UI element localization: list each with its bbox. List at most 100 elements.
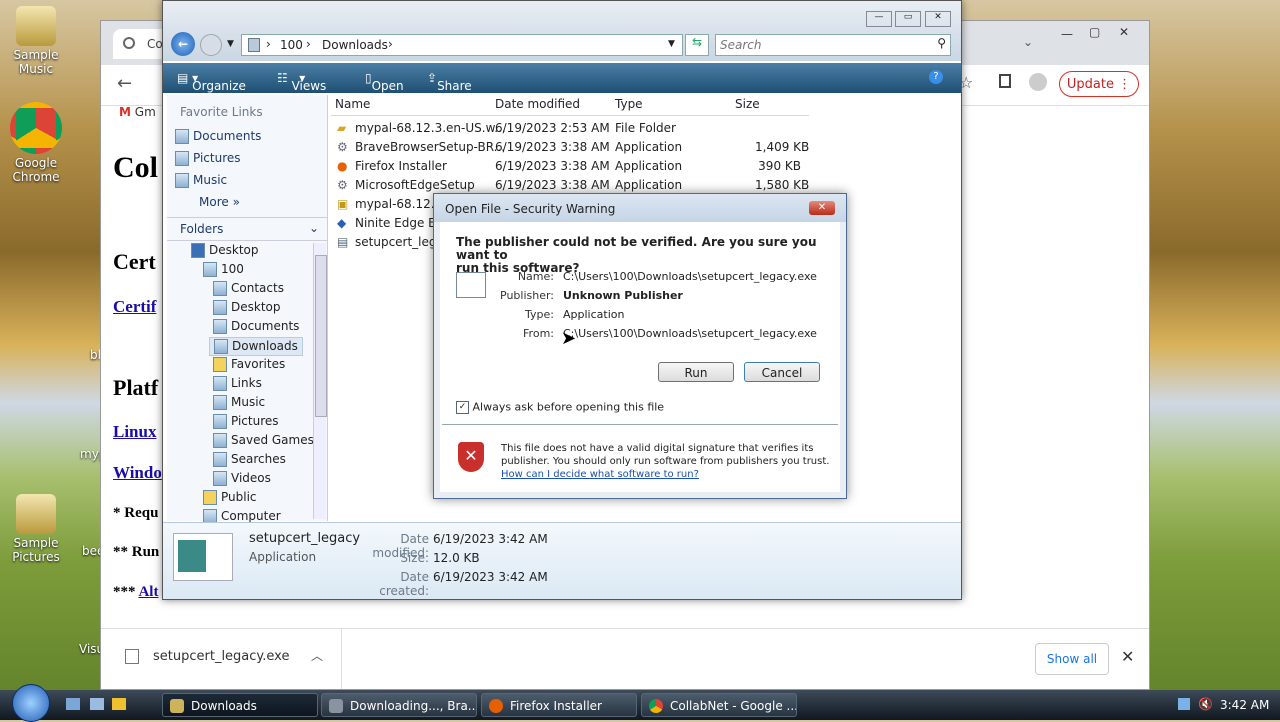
task-firefox-installer[interactable]: Firefox Installer bbox=[481, 693, 637, 717]
bookmark-gmail[interactable]: M Gm bbox=[119, 105, 156, 119]
network-icon[interactable] bbox=[1178, 698, 1190, 710]
media-player-icon[interactable] bbox=[112, 698, 126, 710]
maximize-icon[interactable]: ▢ bbox=[1089, 25, 1100, 39]
breadcrumb-100[interactable]: 100 bbox=[280, 38, 303, 52]
download-item[interactable]: setupcert_legacy.exe ︿ bbox=[101, 629, 342, 689]
maximize-icon[interactable]: ▭ bbox=[895, 11, 921, 27]
chevron-down-icon[interactable]: ⌄ bbox=[1023, 35, 1033, 49]
address-dropdown-icon[interactable]: ▼ bbox=[668, 39, 675, 49]
alt-link[interactable]: Alt bbox=[138, 584, 158, 600]
chevron-up-icon[interactable]: ︿ bbox=[311, 647, 323, 664]
details-date-created-label: Date created: bbox=[379, 570, 429, 598]
run-label: Run bbox=[684, 366, 708, 380]
help-icon[interactable]: ? bbox=[929, 70, 943, 84]
desktop-icon-google-chrome[interactable]: Google Chrome bbox=[1, 102, 71, 184]
tree-label: Desktop bbox=[209, 243, 259, 257]
close-download-bar-icon[interactable]: ✕ bbox=[1121, 647, 1134, 666]
nav-more[interactable]: More » bbox=[199, 195, 240, 209]
security-warning-dialog[interactable]: Open File - Security Warning ✕ The publi… bbox=[433, 193, 847, 499]
cancel-button[interactable]: Cancel bbox=[744, 362, 820, 382]
task-brave-download[interactable]: Downloading..., Bra... bbox=[321, 693, 477, 717]
views-menu[interactable]: ☷ Views ▾ bbox=[277, 71, 326, 93]
tree-desktop-sub[interactable]: Desktop bbox=[213, 300, 281, 315]
file-row[interactable]: ● Firefox Installer 6/19/2023 3:38 AM Ap… bbox=[333, 157, 973, 175]
note-requirements: * Requ bbox=[113, 505, 159, 521]
forward-button-icon[interactable] bbox=[200, 34, 222, 56]
ninite-icon: ◆ bbox=[337, 216, 347, 230]
column-type[interactable]: Type bbox=[615, 97, 643, 117]
tree-music[interactable]: Music bbox=[213, 395, 265, 410]
nav-music[interactable]: Music bbox=[175, 173, 227, 188]
platform-heading: Platf bbox=[113, 375, 159, 400]
tree-label: Downloads bbox=[232, 339, 298, 353]
update-button[interactable]: Update ⋮ bbox=[1059, 71, 1139, 97]
windows-link[interactable]: Windo bbox=[113, 463, 162, 483]
show-desktop-icon[interactable] bbox=[66, 698, 80, 710]
nav-dropdown-icon[interactable]: ▼ bbox=[227, 39, 234, 49]
file-row[interactable]: ⚙ BraveBrowserSetup-BR... 6/19/2023 3:38… bbox=[333, 138, 973, 156]
tree-100[interactable]: 100 bbox=[203, 262, 244, 277]
search-input[interactable]: Search ⚲ bbox=[715, 34, 951, 56]
warning-text: This file does not have a valid digital … bbox=[501, 442, 841, 481]
column-size[interactable]: Size bbox=[735, 97, 760, 117]
always-ask-checkbox[interactable]: ✓ Always ask before opening this file bbox=[456, 400, 664, 414]
column-date-modified[interactable]: Date modified bbox=[495, 97, 580, 117]
sidepanel-icon[interactable] bbox=[999, 74, 1011, 88]
tree-searches[interactable]: Searches bbox=[213, 452, 286, 467]
tree-label: Desktop bbox=[231, 300, 281, 314]
minimize-icon[interactable]: — bbox=[1061, 27, 1073, 41]
minimize-icon[interactable]: — bbox=[866, 11, 892, 27]
breadcrumb-downloads[interactable]: Downloads bbox=[322, 38, 388, 52]
back-arrow-icon[interactable]: ← bbox=[117, 73, 132, 94]
close-icon[interactable]: ✕ bbox=[925, 11, 951, 27]
tree-links[interactable]: Links bbox=[213, 376, 262, 391]
folder-icon bbox=[213, 319, 227, 334]
nav-documents[interactable]: Documents bbox=[175, 129, 261, 144]
tree-downloads[interactable]: Downloads bbox=[209, 337, 303, 356]
tree-desktop[interactable]: Desktop bbox=[191, 243, 259, 258]
tree-pictures[interactable]: Pictures bbox=[213, 414, 279, 429]
tree-videos[interactable]: Videos bbox=[213, 471, 271, 486]
start-button-icon[interactable] bbox=[12, 684, 50, 722]
tree-scrollbar[interactable] bbox=[313, 243, 327, 519]
switch-windows-icon[interactable] bbox=[90, 698, 104, 710]
address-bar[interactable]: › 100 › Downloads › ▼ bbox=[241, 34, 683, 56]
folder-icon bbox=[213, 433, 227, 448]
show-all-button[interactable]: Show all bbox=[1035, 643, 1109, 675]
scrollbar-thumb[interactable] bbox=[315, 255, 327, 417]
organize-menu[interactable]: ▤ Organize ▾ bbox=[177, 71, 246, 93]
file-type: Application bbox=[615, 159, 683, 173]
crumb-separator: › bbox=[266, 37, 271, 51]
tree-documents[interactable]: Documents bbox=[213, 319, 299, 334]
task-chrome-collabnet[interactable]: CollabNet - Google ... bbox=[641, 693, 797, 717]
share-button[interactable]: ⇪ Share bbox=[427, 71, 472, 93]
tree-public[interactable]: Public bbox=[203, 490, 257, 505]
tree-contacts[interactable]: Contacts bbox=[213, 281, 284, 296]
desktop-icon-sample-music[interactable]: Sample Music bbox=[1, 6, 71, 76]
page-heading: Col bbox=[113, 151, 158, 184]
refresh-icon[interactable]: ⇆ bbox=[685, 34, 709, 56]
chevron-down-icon: ⌄ bbox=[309, 221, 320, 235]
volume-muted-icon[interactable]: 🔇 bbox=[1198, 697, 1213, 711]
help-link[interactable]: How can I decide what software to run? bbox=[501, 468, 841, 481]
profile-icon[interactable] bbox=[1029, 73, 1047, 91]
firefox-icon bbox=[489, 699, 503, 713]
back-button-icon[interactable]: ← bbox=[171, 32, 195, 56]
download-bar: setupcert_legacy.exe ︿ Show all ✕ bbox=[101, 628, 1149, 689]
close-icon[interactable]: ✕ bbox=[1119, 25, 1129, 39]
run-button[interactable]: Run bbox=[658, 362, 734, 382]
nav-pictures[interactable]: Pictures bbox=[175, 151, 241, 166]
cert-link[interactable]: Certif bbox=[113, 297, 156, 317]
clock[interactable]: 3:42 AM bbox=[1220, 698, 1269, 712]
dialog-close-icon[interactable]: ✕ bbox=[809, 201, 835, 215]
desktop-icon-sample-pictures[interactable]: Sample Pictures bbox=[1, 494, 71, 564]
task-downloads[interactable]: Downloads bbox=[162, 693, 318, 717]
linux-link[interactable]: Linux bbox=[113, 422, 156, 442]
folders-header[interactable]: Folders ⌄ bbox=[167, 217, 327, 241]
file-row[interactable]: ▰ mypal-68.12.3.en-US.w... 6/19/2023 2:5… bbox=[333, 119, 973, 137]
open-button[interactable]: ▯ Open bbox=[365, 71, 404, 93]
column-name[interactable]: Name bbox=[335, 97, 370, 117]
file-row[interactable]: ⚙ MicrosoftEdgeSetup 6/19/2023 3:38 AM A… bbox=[333, 176, 973, 194]
tree-favorites[interactable]: Favorites bbox=[213, 357, 285, 372]
tree-saved-games[interactable]: Saved Games bbox=[213, 433, 314, 448]
